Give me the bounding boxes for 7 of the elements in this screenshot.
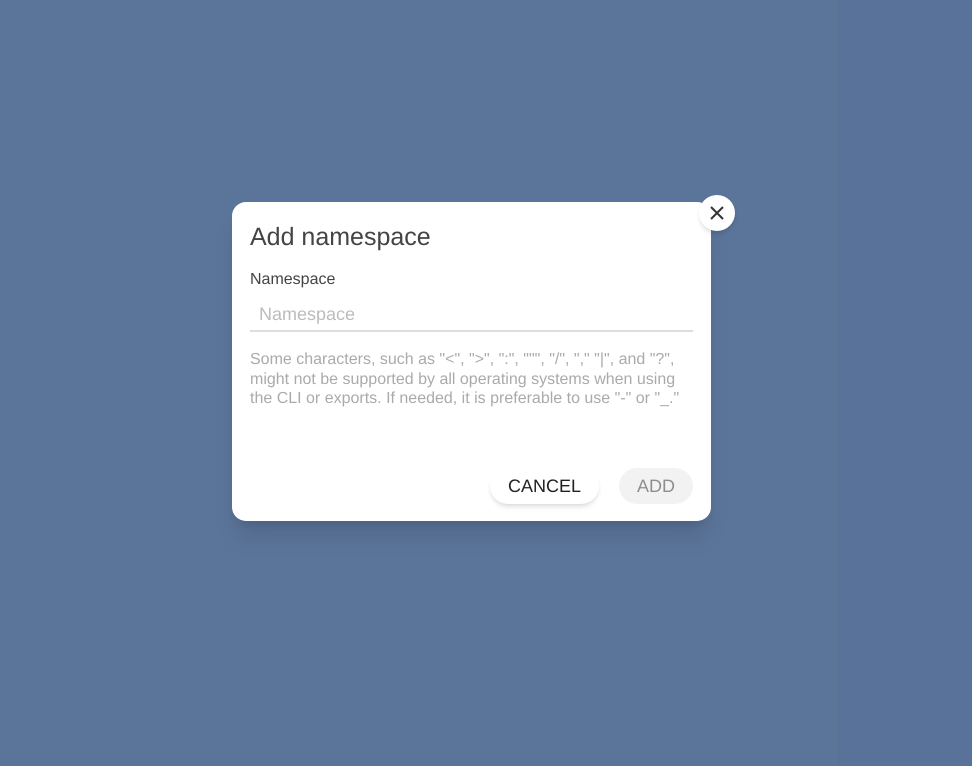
- namespace-field[interactable]: Namespace: [250, 298, 693, 332]
- help-text: Some characters, such as "<", ">", ":", """, "/", "," "|", and "?", might not be supported by all operating systems when using the CLI or exports. If needed, it is preferable to use "-" or "_.": [250, 350, 680, 408]
- close-button[interactable]: [699, 195, 735, 231]
- dialog-title: Add namespace: [250, 222, 432, 252]
- field-label: Namespace: [250, 270, 336, 290]
- cancel-button[interactable]: CANCEL: [490, 468, 599, 504]
- close-icon: [710, 206, 724, 220]
